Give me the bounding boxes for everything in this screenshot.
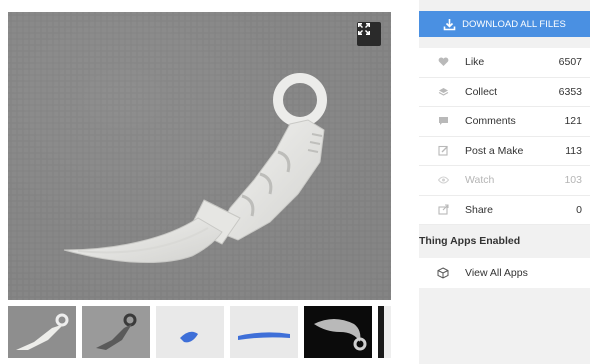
expand-icon [358,23,370,35]
stat-count: 6353 [558,85,582,98]
cube-icon [437,267,449,279]
stat-comments[interactable]: Comments 121 [419,107,590,137]
stat-like[interactable]: Like 6507 [419,48,590,78]
image-gallery [0,0,398,364]
stat-label: Collect [465,85,498,98]
heart-icon [437,56,449,68]
thumb-knife-black-bg[interactable] [304,306,372,358]
view-all-apps-item[interactable]: View All Apps [419,258,590,288]
stat-count: 113 [565,144,582,157]
edit-icon [437,145,449,157]
download-all-files-label: DOWNLOAD ALL FILES [462,18,566,30]
stat-label: Like [465,56,485,69]
stat-watch[interactable]: Watch 103 [419,166,590,196]
thing-apps-title: Thing Apps Enabled [419,235,521,247]
stat-label: Watch [465,174,495,187]
download-icon [443,18,456,31]
stat-label: Post a Make [465,144,524,157]
stat-count: 103 [564,174,582,187]
share-icon [437,204,449,216]
thumb-partial[interactable] [378,306,391,358]
stat-collect[interactable]: Collect 6353 [419,78,590,107]
thumbnail-strip [8,306,391,358]
thumb-knife-white[interactable] [8,306,76,358]
collect-icon [437,86,449,98]
download-all-files-button[interactable]: DOWNLOAD ALL FILES [419,11,590,37]
stat-share[interactable]: Share 0 [419,196,590,225]
stat-count: 0 [576,203,582,216]
comment-icon [437,115,449,127]
thumb-knife-dark[interactable] [82,306,150,358]
expand-button[interactable] [357,22,381,46]
stat-count: 121 [564,115,582,128]
stat-label: Comments [465,115,516,128]
stat-post-a-make[interactable]: Post a Make 113 [419,137,590,166]
view-all-apps-label: View All Apps [465,267,528,279]
knife-illustration [8,12,391,300]
stat-label: Share [465,203,494,216]
eye-icon [437,174,449,186]
stat-count: 6507 [558,56,582,69]
thumb-blue-model-2[interactable] [230,306,298,358]
thumb-blue-model-1[interactable] [156,306,224,358]
main-image[interactable] [8,12,391,300]
thing-sidebar: DOWNLOAD ALL FILES Like 6507 Collect 635… [419,0,590,364]
stats-list: Like 6507 Collect 6353 Comments 121 Post… [419,48,590,225]
